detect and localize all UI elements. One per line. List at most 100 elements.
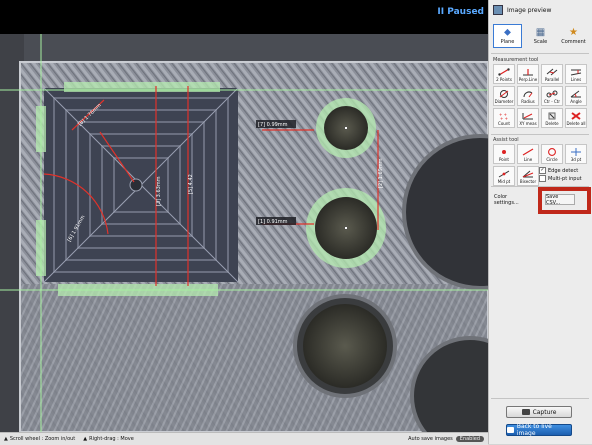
tool-delete[interactable]: Delete	[541, 108, 563, 128]
tool-label: Count	[498, 121, 510, 126]
count-icon: + ++ +	[499, 112, 508, 120]
tool-parallel[interactable]: Parallel	[541, 64, 563, 84]
tool-angle[interactable]: Angle	[565, 86, 587, 106]
mode-comment[interactable]: ★ Comment	[559, 24, 588, 48]
panel-title: Image preview	[507, 6, 552, 14]
assist-point[interactable]: Point	[493, 144, 515, 164]
mode-comment-label: Comment	[561, 39, 586, 45]
assist-bisector[interactable]: Bisector	[517, 166, 539, 186]
tool-label: Bisector	[519, 179, 537, 184]
measurement-tool-grid: 2 Points Perp.Line Parallel Lines Diamet…	[493, 64, 587, 128]
perpendicular-line-icon	[523, 69, 533, 76]
camera-icon	[521, 409, 530, 415]
mid-point-icon	[498, 170, 510, 178]
tool-label: Radius	[521, 99, 535, 104]
scroll-hint: Scroll wheel : Zoom in/out	[9, 436, 76, 442]
multi-pt-checkbox[interactable]: Multi-pt input	[539, 175, 582, 182]
back-label: Back to live image	[516, 423, 552, 437]
mouse-hint-icon: ▲	[4, 436, 8, 442]
image-preview-icon	[493, 5, 503, 15]
live-image-icon	[507, 427, 514, 433]
color-settings-button[interactable]: Color settings...	[493, 194, 533, 206]
auto-save-toggle[interactable]: Enabled	[455, 436, 484, 442]
angle-icon	[570, 90, 581, 98]
tool-label: Delete all	[566, 121, 586, 126]
measurement-label-circle-top[interactable]: [7] 0.99mm	[256, 120, 296, 128]
svg-text:+ +: + +	[500, 116, 508, 120]
circle-icon	[548, 148, 556, 156]
mode-selector: ⬥ Plane ▦ Scale ★ Comment	[493, 24, 588, 48]
image-viewer[interactable]: II Paused [8] 1.76mm [3] 3.63mm [5] 4.42…	[0, 0, 488, 432]
save-csv-highlight	[538, 187, 591, 214]
tool-label: Ctr - Ctr	[544, 99, 560, 104]
tool-label: Point	[499, 157, 509, 162]
capture-button[interactable]: Capture	[506, 406, 572, 418]
radius-icon	[523, 91, 533, 98]
tool-diameter[interactable]: Diameter	[493, 86, 515, 106]
line-icon	[522, 148, 534, 156]
tool-label: 3d pt	[570, 157, 582, 162]
svg-text:[2] 1.69mm: [2] 1.69mm	[378, 158, 384, 188]
tool-delete-all[interactable]: Delete all	[565, 108, 587, 128]
edge-detect-check-icon: ✓	[539, 167, 546, 174]
assist-line[interactable]: Line	[517, 144, 539, 164]
edge-detect-checkbox[interactable]: ✓ Edge detect	[539, 167, 578, 174]
tool-2-points[interactable]: 2 Points	[493, 64, 515, 84]
tool-label: XY meas	[519, 121, 537, 126]
plane-icon: ⬥	[504, 27, 511, 38]
measurement-label-circle-bottom[interactable]: [1] 0.91mm	[256, 217, 296, 225]
tool-ctr-ctr[interactable]: Ctr - Ctr	[541, 86, 563, 106]
tool-label: 2 Points	[496, 77, 512, 82]
microscope-image[interactable]: [8] 1.76mm [3] 3.63mm [5] 4.42 [6] 1.91m…	[0, 34, 488, 432]
delete-icon	[548, 112, 556, 120]
mode-scale[interactable]: ▦ Scale	[526, 24, 555, 48]
edge-detect-label: Edge detect	[548, 167, 579, 174]
point-icon	[502, 150, 506, 154]
tool-radius[interactable]: Radius	[517, 86, 539, 106]
scale-icon: ▦	[535, 27, 546, 38]
xy-measure-icon	[522, 113, 533, 120]
paused-status: II Paused	[437, 7, 484, 17]
bisector-icon	[522, 170, 534, 178]
tool-label: Diameter	[494, 99, 514, 104]
mode-plane-label: Plane	[500, 39, 515, 45]
divider	[491, 398, 589, 399]
measurement-tool-heading: Measurement tool	[493, 57, 539, 63]
tool-label: Lines	[570, 77, 582, 82]
mode-plane[interactable]: ⬥ Plane	[493, 24, 522, 48]
measurement-label-vertical-center[interactable]: [3] 3.63mm	[156, 176, 162, 206]
multi-pt-box	[539, 175, 546, 182]
drag-hint: Right-drag : Move	[89, 436, 134, 442]
hole-bottom-left	[293, 294, 397, 398]
tool-perp-line[interactable]: Perp.Line	[517, 64, 539, 84]
lines-icon	[570, 69, 582, 76]
svg-text:[7] 0.99mm: [7] 0.99mm	[258, 122, 288, 128]
divider	[491, 53, 589, 54]
tool-label: Parallel	[544, 77, 560, 82]
svg-text:[3] 3.63mm: [3] 3.63mm	[156, 176, 162, 206]
tool-xy-meas[interactable]: XY meas	[517, 108, 539, 128]
measurement-label-vertical-circles[interactable]: [2] 1.69mm	[378, 158, 384, 188]
auto-save-label: Auto save images	[408, 436, 453, 442]
tool-count[interactable]: + + + + Count	[493, 108, 515, 128]
assist-mid-pt[interactable]: Mid pt	[493, 166, 515, 186]
assist-3d-pt[interactable]: 3d pt	[565, 144, 587, 164]
tool-label: Delete	[545, 121, 559, 126]
svg-text:[5] 4.42: [5] 4.42	[188, 174, 194, 194]
assist-circle[interactable]: Circle	[541, 144, 563, 164]
status-bar: ▲ Scroll wheel : Zoom in/out ▲ Right-dra…	[0, 432, 488, 445]
measurement-label-vertical-right[interactable]: [5] 4.42	[188, 174, 194, 194]
tool-label: Perp.Line	[518, 77, 538, 82]
tool-lines[interactable]: Lines	[565, 64, 587, 84]
three-d-point-icon	[571, 148, 581, 156]
mouse-hint-icon-2: ▲	[83, 436, 88, 442]
divider	[491, 134, 589, 135]
parallel-icon	[546, 68, 558, 76]
pyramid-feature	[43, 87, 239, 283]
capture-label: Capture	[532, 408, 557, 416]
multi-pt-label: Multi-pt input	[548, 175, 582, 182]
back-to-live-button[interactable]: Back to live image	[506, 423, 572, 437]
viewer-top-bar: II Paused	[0, 0, 488, 34]
comment-icon: ★	[569, 27, 578, 38]
two-points-icon	[498, 68, 510, 76]
